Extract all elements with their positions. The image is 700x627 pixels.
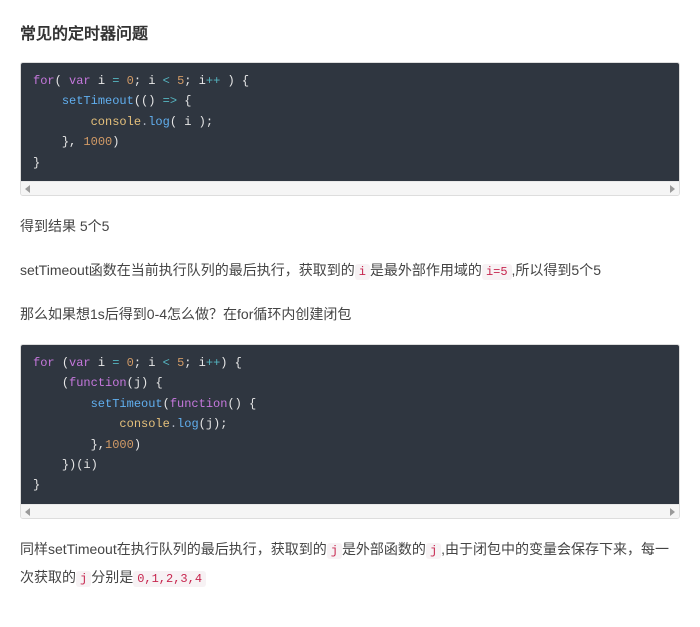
code-block-2: for (var i = 0; i < 5; i++) { (function(… bbox=[20, 344, 680, 519]
inline-code: j bbox=[426, 543, 441, 559]
code-block-1: for( var i = 0; i < 5; i++ ) { setTimeou… bbox=[20, 62, 680, 196]
paragraph: 得到结果 5个5 bbox=[20, 212, 680, 240]
section-heading: 常见的定时器问题 bbox=[20, 20, 680, 44]
paragraph: 同样setTimeout在执行队列的最后执行，获取到的j是外部函数的j,由于闭包… bbox=[20, 535, 680, 591]
paragraph: 那么如果想1s后得到0-4怎么做？在for循环内创建闭包 bbox=[20, 300, 680, 328]
horizontal-scrollbar[interactable] bbox=[21, 504, 679, 518]
inline-code: j bbox=[327, 543, 342, 559]
horizontal-scrollbar[interactable] bbox=[21, 181, 679, 195]
code-content: for( var i = 0; i < 5; i++ ) { setTimeou… bbox=[21, 63, 679, 181]
inline-code: j bbox=[76, 571, 91, 587]
inline-code: i=5 bbox=[482, 264, 512, 280]
inline-code: 0,1,2,3,4 bbox=[133, 571, 206, 587]
inline-code: i bbox=[355, 264, 370, 280]
code-content: for (var i = 0; i < 5; i++) { (function(… bbox=[21, 345, 679, 504]
paragraph: setTimeout函数在当前执行队列的最后执行，获取到的i是最外部作用域的i=… bbox=[20, 256, 680, 284]
